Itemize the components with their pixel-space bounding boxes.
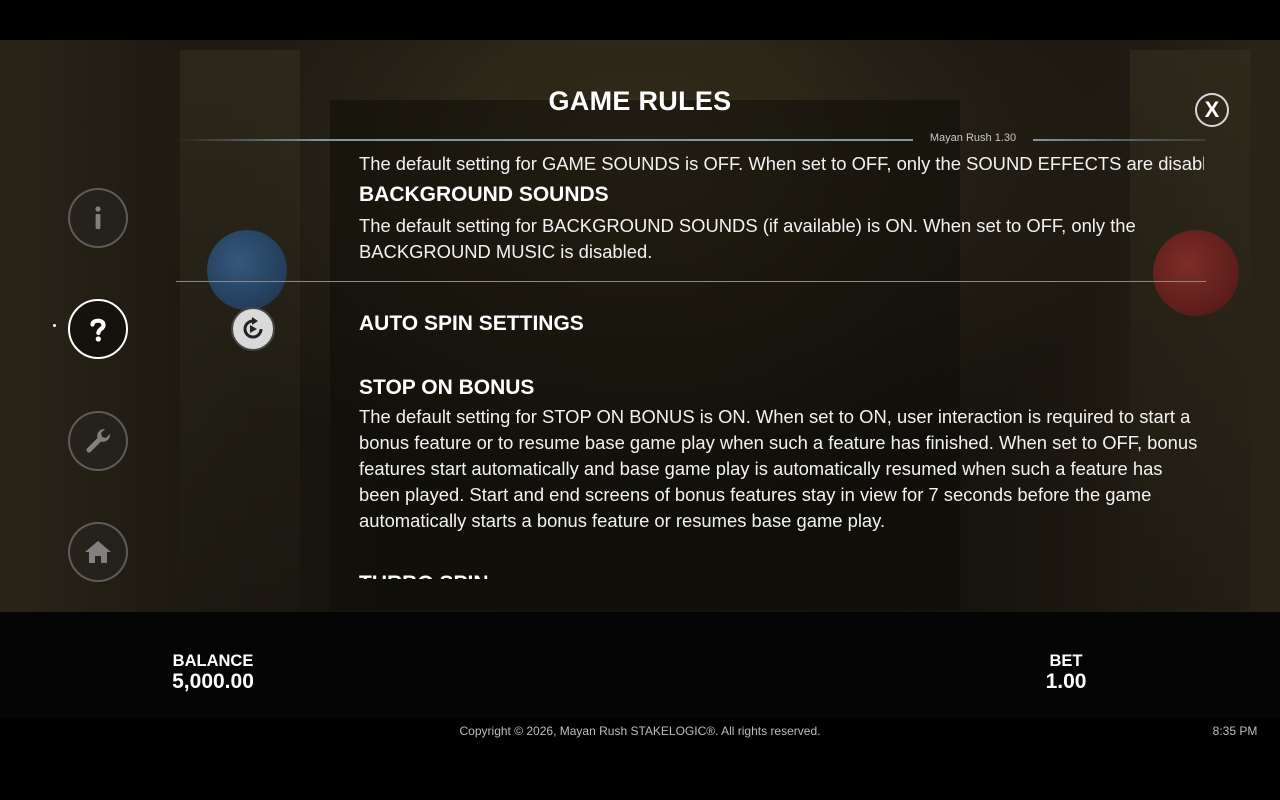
close-button[interactable]: X	[1195, 93, 1229, 127]
copyright-text: Copyright © 2026, Mayan Rush STAKELOGIC®…	[459, 724, 821, 738]
info-icon	[95, 206, 101, 229]
info-button[interactable]	[68, 188, 128, 248]
bet-value: 1.00	[1045, 670, 1087, 693]
header-divider-left	[176, 139, 913, 141]
page-title: GAME RULES	[548, 86, 732, 116]
background-sounds-text: The default setting for BACKGROUND SOUND…	[359, 215, 1136, 262]
background-sounds-heading: BACKGROUND SOUNDS	[359, 183, 609, 206]
header-divider-right	[1033, 139, 1206, 141]
settings-button[interactable]	[68, 411, 128, 471]
autospin-icon	[231, 307, 275, 351]
home-button[interactable]	[68, 522, 128, 582]
balance-value: 5,000.00	[172, 670, 254, 693]
version-label: Mayan Rush 1.30	[929, 132, 1017, 144]
active-indicator	[53, 324, 56, 327]
balance-label: BALANCE	[172, 652, 254, 670]
stop-on-bonus-heading: STOP ON BONUS	[359, 376, 535, 399]
turbo-spin-heading: TURBO SPIN	[359, 570, 1206, 579]
question-icon	[90, 318, 106, 342]
rules-content[interactable]: The default setting for GAME SOUNDS is O…	[176, 155, 1206, 579]
bet-label: BET	[1049, 652, 1083, 670]
wrench-icon	[86, 428, 111, 453]
clock: 8:35 PM	[1212, 724, 1258, 738]
help-button[interactable]	[68, 299, 128, 359]
auto-spin-heading: AUTO SPIN SETTINGS	[359, 312, 584, 335]
game-sounds-text: The default setting for GAME SOUNDS is O…	[359, 155, 1204, 174]
stop-on-bonus-text: The default setting for STOP ON BONUS is…	[359, 406, 1198, 531]
home-icon	[85, 541, 111, 563]
